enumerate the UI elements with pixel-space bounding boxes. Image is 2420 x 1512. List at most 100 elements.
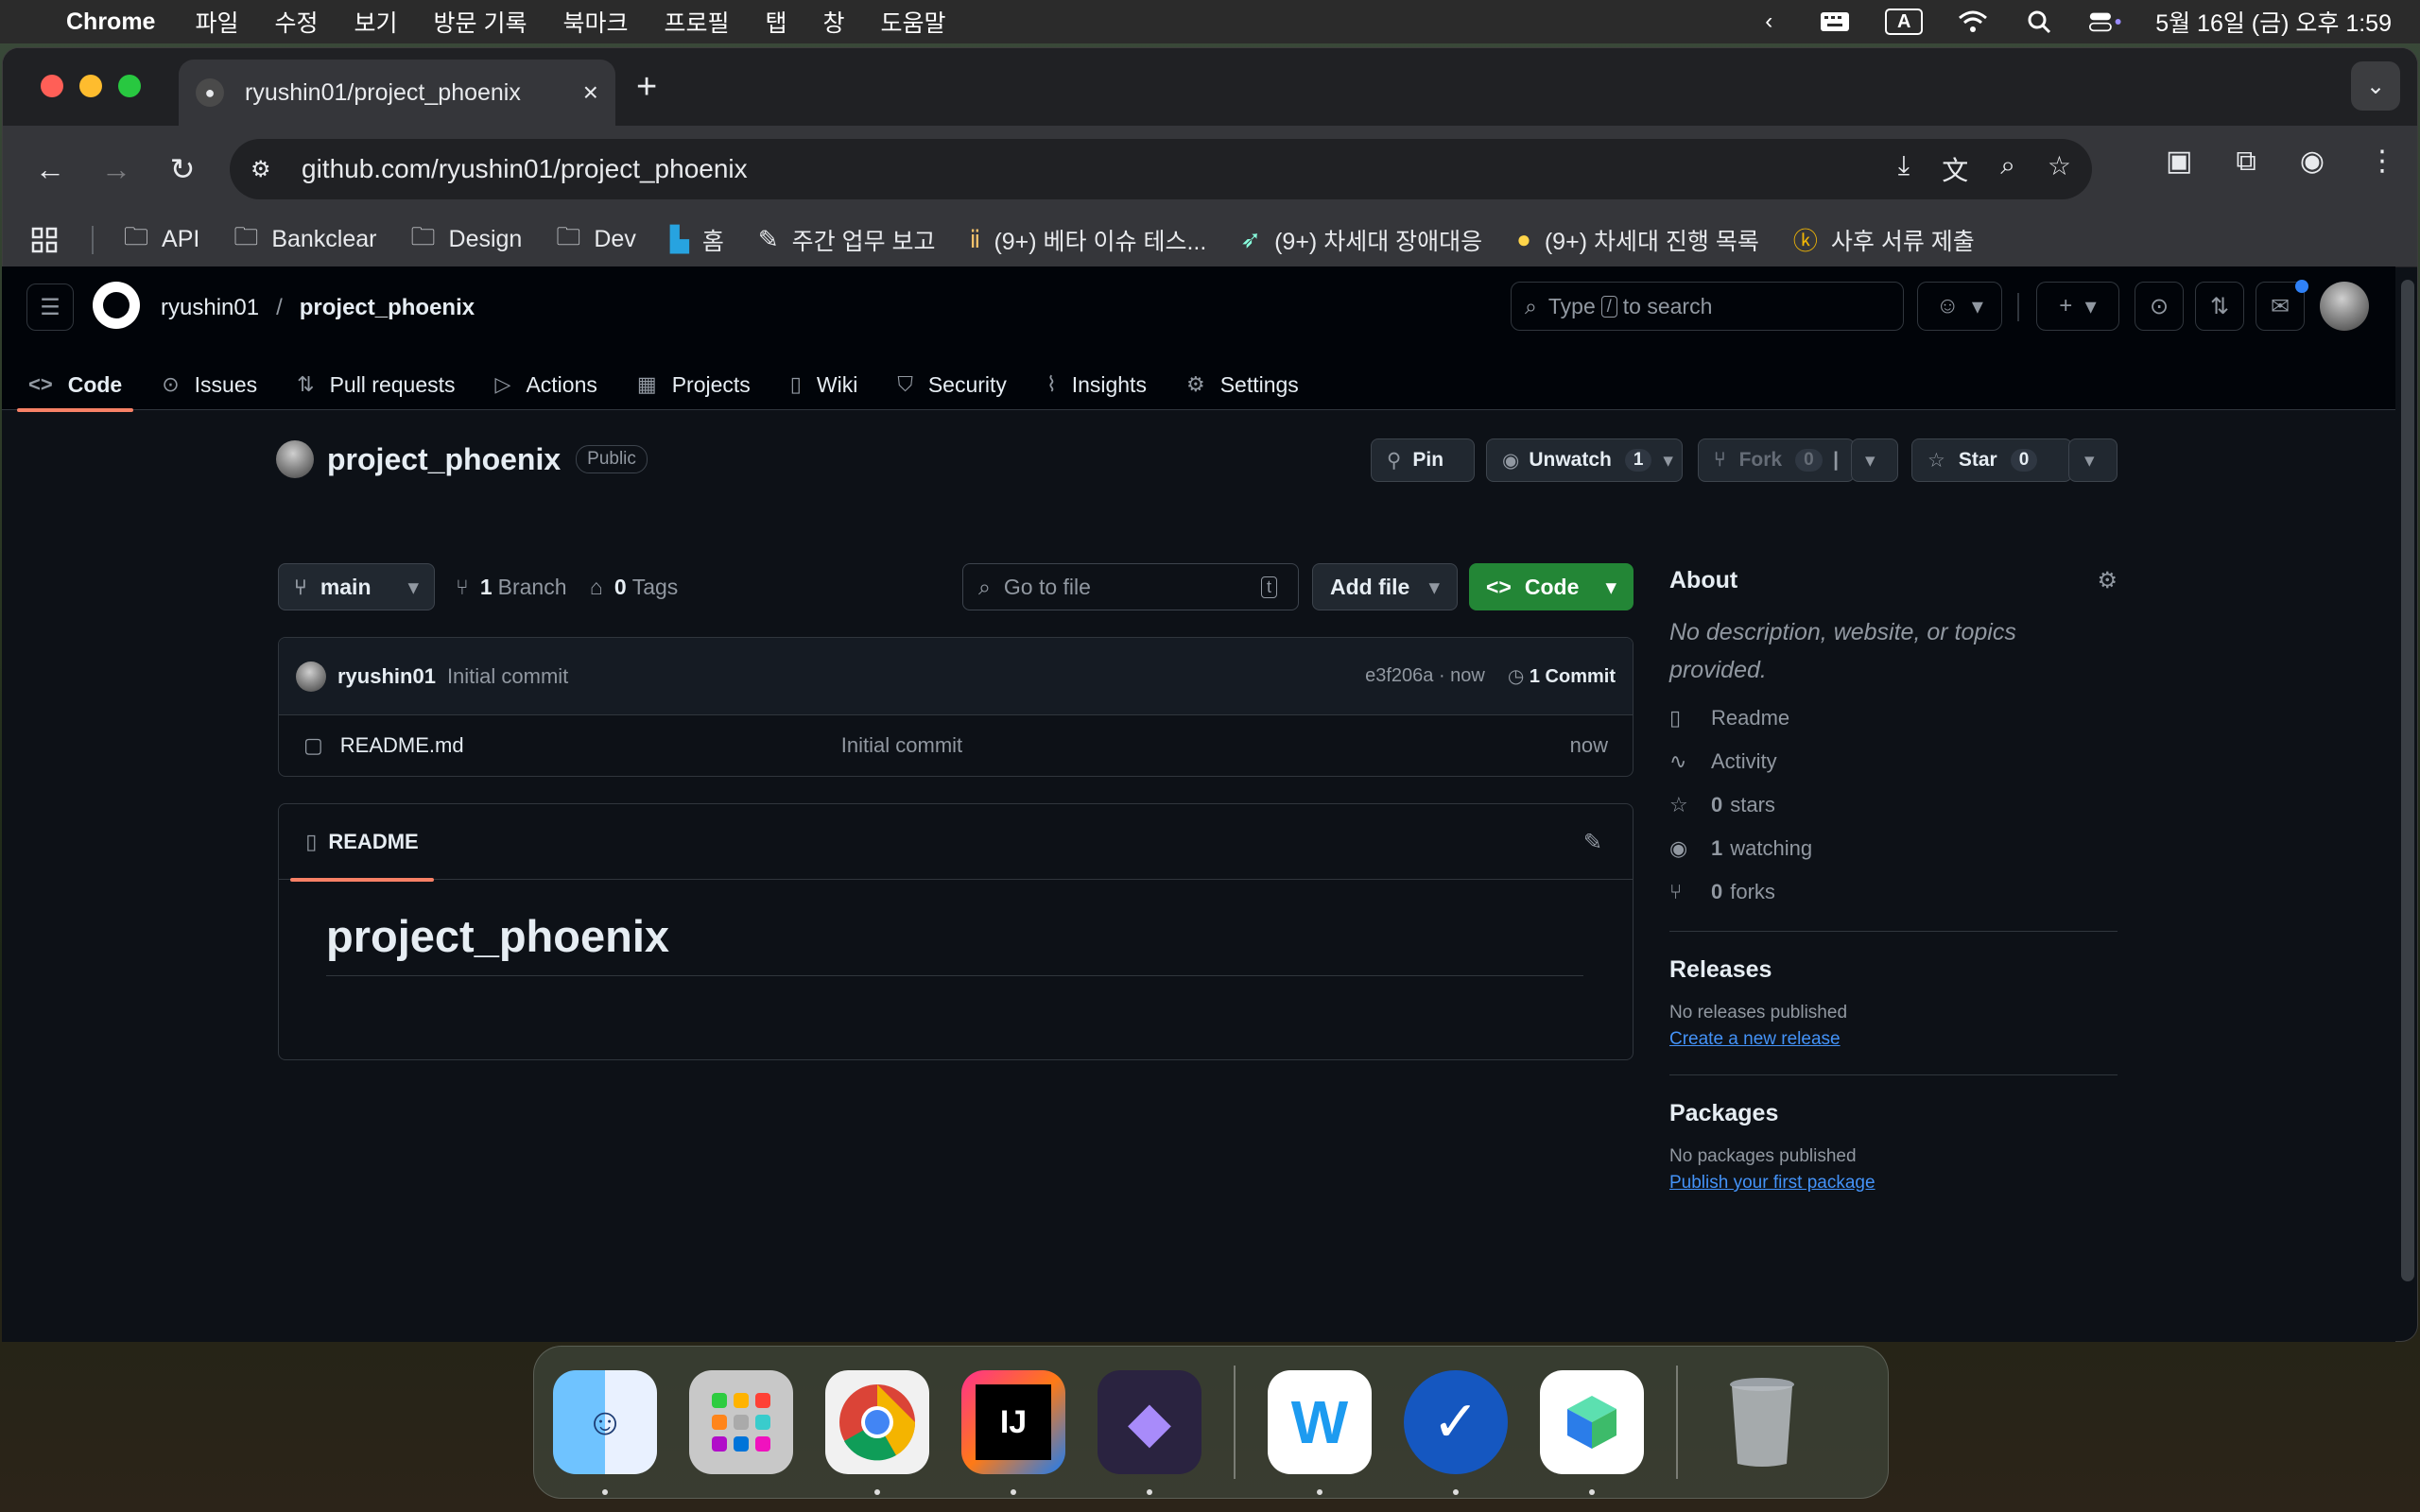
menu-window[interactable]: 창 xyxy=(823,5,845,39)
tab-code[interactable]: <> Code xyxy=(16,359,134,412)
zoom-window-button[interactable] xyxy=(118,75,141,97)
commit-history-link[interactable]: ◷ 1 Commit xyxy=(1508,664,1616,688)
fork-button[interactable]: ⑂ Fork 0 | xyxy=(1698,438,1855,482)
menu-tab[interactable]: 탭 xyxy=(766,5,787,39)
new-tab-button[interactable]: + xyxy=(636,67,657,108)
add-file-button[interactable]: Add file ▾ xyxy=(1312,563,1458,610)
dock-intellij[interactable]: IJ xyxy=(961,1370,1065,1495)
watching-link[interactable]: ◉ 1 watching xyxy=(1669,834,2118,863)
bookmark-api[interactable]: 🗀 API xyxy=(124,219,199,261)
tab-issues[interactable]: ⊙ Issues xyxy=(162,359,257,410)
menu-bookmarks[interactable]: 북마크 xyxy=(562,5,628,39)
page-scrollbar[interactable] xyxy=(2401,280,2414,1281)
bookmark-incident[interactable]: ➶ (9+) 차세대 장애대응 xyxy=(1240,223,1482,257)
chrome-menu-icon[interactable]: ⋮ xyxy=(2368,145,2396,178)
pin-button[interactable]: ⚲ Pin xyxy=(1371,438,1475,482)
minimize-window-button[interactable] xyxy=(79,75,102,97)
input-source-indicator[interactable]: A xyxy=(1885,9,1924,35)
menu-profiles[interactable]: 프로필 xyxy=(664,5,729,39)
dock-trash[interactable] xyxy=(1710,1370,1814,1474)
code-button[interactable]: <> Code ▾ xyxy=(1469,563,1634,610)
browser-tab-active[interactable]: ● ryushin01/project_phoenix × xyxy=(179,60,615,126)
user-avatar[interactable] xyxy=(2320,282,2369,331)
menu-file[interactable]: 파일 xyxy=(195,5,238,39)
zoom-icon[interactable]: ⌕ xyxy=(2000,150,2015,188)
commit-author-avatar[interactable] xyxy=(296,661,326,692)
packages-title[interactable]: Packages xyxy=(1669,1100,2118,1127)
commit-message[interactable]: Initial commit xyxy=(447,664,568,689)
bookmark-progress[interactable]: ● (9+) 차세대 진행 목록 xyxy=(1516,223,1759,257)
commit-hash-time[interactable]: e3f206a · now xyxy=(1365,665,1485,687)
bookmark-design[interactable]: 🗀 Design xyxy=(411,219,523,261)
site-info-icon[interactable]: ⚙ xyxy=(251,156,283,183)
dock-naver-works[interactable]: W xyxy=(1268,1370,1372,1495)
fork-dropdown-button[interactable]: ▾ xyxy=(1851,438,1898,482)
tags-link[interactable]: ⌂ 0 Tags xyxy=(590,575,678,600)
publish-package-link[interactable]: Publish your first package xyxy=(1669,1173,2118,1194)
releases-title[interactable]: Releases xyxy=(1669,956,2118,984)
pull-requests-shortcut-button[interactable]: ⇅ xyxy=(2195,282,2244,331)
issues-shortcut-button[interactable]: ⊙ xyxy=(2135,282,2184,331)
screenshot-extension-icon[interactable]: ▣ xyxy=(2166,145,2192,178)
tab-wiki[interactable]: ▯ Wiki xyxy=(790,359,858,410)
menu-help[interactable]: 도움말 xyxy=(881,5,946,39)
address-bar[interactable]: ⚙ github.com/ryushin01/project_phoenix ⤓… xyxy=(230,139,2092,199)
dock-launchpad[interactable] xyxy=(689,1370,793,1474)
unwatch-button[interactable]: ◉ Unwatch 1 ▾ xyxy=(1486,438,1683,482)
github-search-input[interactable]: ⌕ Type / to search xyxy=(1511,282,1904,331)
bookmark-beta-issue[interactable]: ⅱ (9+) 베타 이슈 테스... xyxy=(970,223,1207,257)
keyboard-icon[interactable] xyxy=(1819,9,1851,34)
menubar-clock[interactable]: 5월 16일 (금) 오후 1:59 xyxy=(2155,5,2392,39)
breadcrumb-owner[interactable]: ryushin01 xyxy=(161,295,259,321)
branches-link[interactable]: ⑂ 1 Branch xyxy=(456,575,566,600)
bookmark-bankclear[interactable]: 🗀 Bankclear xyxy=(233,219,376,261)
translate-icon[interactable]: 文 xyxy=(1942,150,1968,188)
apps-grid-icon[interactable] xyxy=(31,227,58,253)
dock-obsidian[interactable]: ◆ xyxy=(1098,1370,1201,1495)
bookmark-dev[interactable]: 🗀 Dev xyxy=(556,219,635,261)
tab-security[interactable]: ⛉ Security xyxy=(897,359,1007,410)
table-row[interactable]: ▢ README.md Initial commit now xyxy=(279,715,1633,776)
tab-search-button[interactable]: ⌄ xyxy=(2351,61,2400,111)
url-text[interactable]: github.com/ryushin01/project_phoenix xyxy=(302,154,748,184)
tab-projects[interactable]: ▦ Projects xyxy=(637,359,751,410)
wifi-icon[interactable] xyxy=(1957,9,1989,34)
close-window-button[interactable] xyxy=(41,75,63,97)
close-tab-icon[interactable]: × xyxy=(583,77,598,108)
go-to-file-input[interactable]: ⌕ Go to file t xyxy=(962,563,1299,610)
commit-author[interactable]: ryushin01 xyxy=(337,664,436,689)
create-release-link[interactable]: Create a new release xyxy=(1669,1029,2118,1050)
star-dropdown-button[interactable]: ▾ xyxy=(2068,438,2118,482)
dock-chrome[interactable] xyxy=(825,1370,929,1495)
bookmark-star-icon[interactable]: ☆ xyxy=(2048,150,2071,188)
back-button[interactable]: ← xyxy=(26,145,75,194)
copilot-button[interactable]: ☺ ▾ xyxy=(1917,282,2002,331)
tab-pull-requests[interactable]: ⇅ Pull requests xyxy=(297,359,455,410)
file-name[interactable]: README.md xyxy=(340,733,841,758)
menu-view[interactable]: 보기 xyxy=(354,5,398,39)
stars-link[interactable]: ☆ 0 stars xyxy=(1669,791,2118,819)
tab-settings[interactable]: ⚙ Settings xyxy=(1186,359,1299,410)
github-logo-icon[interactable] xyxy=(93,282,140,329)
chevron-left-icon[interactable]: ‹ xyxy=(1753,9,1785,34)
install-app-icon[interactable]: ⤓ xyxy=(1898,150,1910,188)
control-center-icon[interactable] xyxy=(2089,9,2121,34)
file-commit-message[interactable]: Initial commit xyxy=(841,733,962,758)
create-new-button[interactable]: + ▾ xyxy=(2036,282,2119,331)
forward-button[interactable]: → xyxy=(92,145,141,194)
edit-pencil-icon[interactable]: ✎ xyxy=(1583,829,1602,856)
hamburger-menu-icon[interactable]: ☰ xyxy=(26,284,74,331)
breadcrumb-repo[interactable]: project_phoenix xyxy=(300,295,475,321)
owner-avatar[interactable] xyxy=(276,440,314,478)
forks-link[interactable]: ⑂ 0 forks xyxy=(1669,878,2118,906)
readme-link[interactable]: ▯ Readme xyxy=(1669,704,2118,732)
bookmark-documents[interactable]: ⓚ 사후 서류 제출 xyxy=(1793,222,1975,257)
menu-edit[interactable]: 수정 xyxy=(274,5,318,39)
dock-task-app[interactable]: ✓ xyxy=(1404,1370,1508,1495)
reload-button[interactable]: ↻ xyxy=(158,145,207,194)
tab-actions[interactable]: ▷ Actions xyxy=(495,359,597,410)
bookmark-home[interactable]: ▙ 홈 xyxy=(670,223,724,257)
menu-history[interactable]: 방문 기록 xyxy=(434,5,527,39)
gear-icon[interactable]: ⚙ xyxy=(2097,567,2118,594)
bookmark-weekly-report[interactable]: ✎ 주간 업무 보고 xyxy=(758,223,936,257)
